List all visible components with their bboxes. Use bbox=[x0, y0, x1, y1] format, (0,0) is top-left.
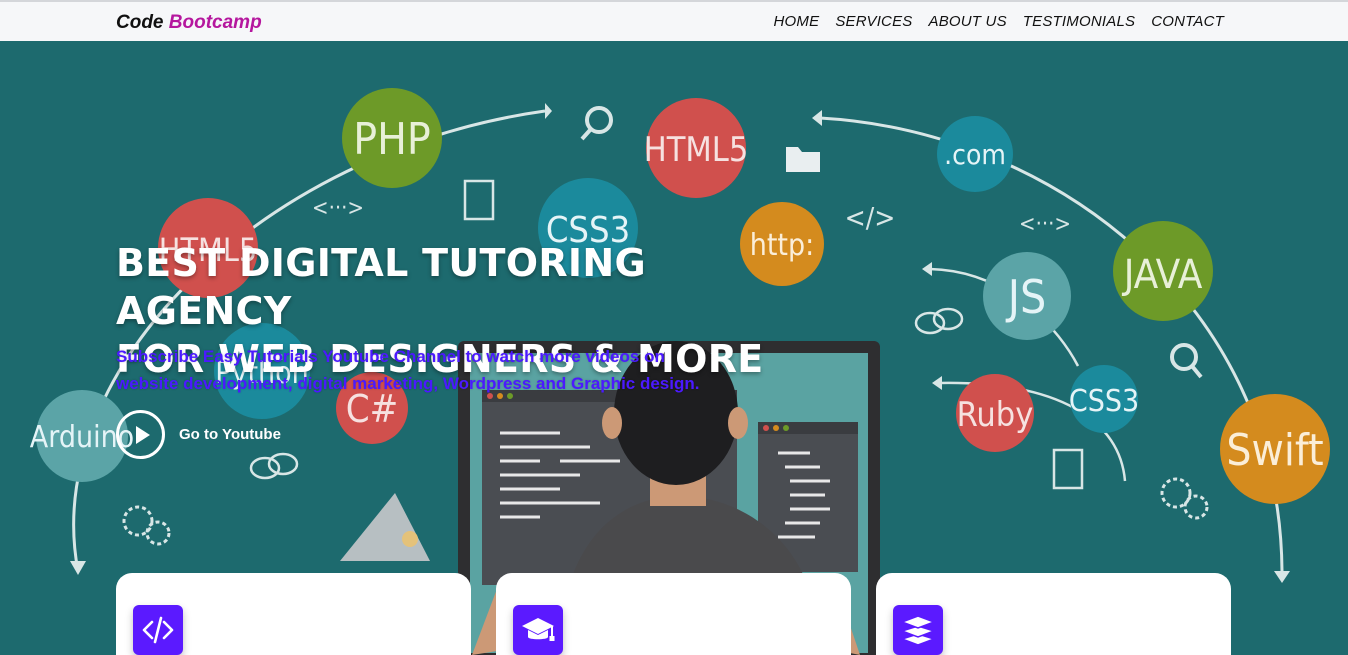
code-icon bbox=[133, 605, 183, 655]
nav-services[interactable]: SERVICES bbox=[835, 13, 912, 30]
svg-text:CSS3: CSS3 bbox=[1069, 384, 1139, 419]
graduation-cap-icon bbox=[513, 605, 563, 655]
nav-testimonials[interactable]: TESTIMONIALS bbox=[1023, 13, 1135, 30]
swift-badge: Swift bbox=[1220, 394, 1330, 504]
hero-subtitle: Subscribe Easy Tutorials Youtube Channel… bbox=[116, 343, 816, 397]
hero-subtitle-line1: Subscribe Easy Tutorials Youtube Channel… bbox=[116, 347, 665, 366]
ruby-badge: Ruby bbox=[956, 374, 1034, 452]
hero-subtitle-line2: website development, digital marketing, … bbox=[116, 374, 700, 393]
css3-right-badge: CSS3 bbox=[1069, 365, 1139, 433]
layers-icon bbox=[893, 605, 943, 655]
brand-part1: Code bbox=[116, 12, 164, 33]
dotcom-badge: .com bbox=[937, 116, 1013, 192]
svg-text:JS: JS bbox=[1005, 270, 1046, 324]
svg-text:PHP: PHP bbox=[353, 114, 431, 165]
svg-text:<···>: <···> bbox=[312, 196, 364, 221]
nav-home[interactable]: HOME bbox=[774, 13, 820, 30]
php-badge: PHP bbox=[342, 88, 442, 188]
js-badge: JS bbox=[983, 252, 1071, 340]
hero-title-line1: BEST DIGITAL TUTORING AGENCY bbox=[116, 241, 646, 333]
svg-text:Ruby: Ruby bbox=[957, 395, 1034, 435]
brand-logo[interactable]: Code Bootcamp bbox=[116, 12, 262, 34]
youtube-cta-label[interactable]: Go to Youtube bbox=[179, 426, 281, 443]
svg-text:JAVA: JAVA bbox=[1122, 252, 1203, 298]
svg-text:Swift: Swift bbox=[1226, 425, 1323, 476]
brand-part2: Bootcamp bbox=[168, 12, 262, 33]
nav-about-us[interactable]: ABOUT US bbox=[929, 13, 1007, 30]
nav-contact[interactable]: CONTACT bbox=[1151, 13, 1224, 30]
html5-badge: HTML5 bbox=[644, 98, 749, 198]
play-icon[interactable] bbox=[116, 410, 165, 459]
java-badge: JAVA bbox=[1113, 221, 1213, 321]
service-card-3[interactable] bbox=[876, 573, 1231, 655]
service-card-2[interactable] bbox=[496, 573, 851, 655]
hero-section: PHP HTML5 .com CSS3 http: HTML5 JAVA JS … bbox=[0, 41, 1348, 655]
svg-text:</>: </> bbox=[845, 201, 896, 234]
svg-text:HTML5: HTML5 bbox=[644, 130, 749, 170]
main-nav: HOME SERVICES ABOUT US TESTIMONIALS CONT… bbox=[774, 13, 1225, 30]
youtube-cta[interactable]: Go to Youtube bbox=[116, 410, 281, 459]
navbar: Code Bootcamp HOME SERVICES ABOUT US TES… bbox=[0, 0, 1348, 41]
magnifier-icon bbox=[580, 106, 613, 141]
svg-text:<···>: <···> bbox=[1019, 212, 1071, 237]
service-card-1[interactable] bbox=[116, 573, 471, 655]
svg-text:.com: .com bbox=[944, 138, 1006, 171]
